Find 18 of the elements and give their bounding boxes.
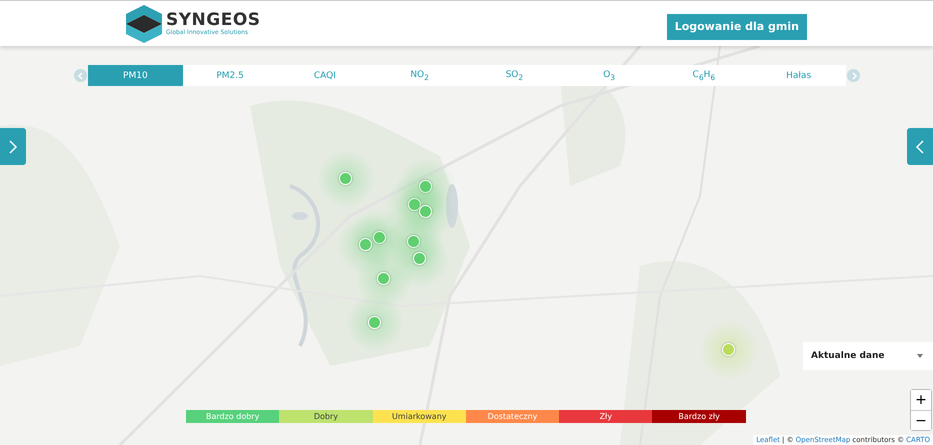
open-panel-button[interactable] <box>907 128 933 165</box>
caret-icon <box>917 354 923 358</box>
login-button[interactable]: Logowanie dla gmin <box>666 14 807 40</box>
open-panel-button[interactable] <box>0 128 26 165</box>
chevron-right-icon <box>8 140 18 154</box>
logo-name: SYNGEOS <box>166 10 261 28</box>
legend-item: Zły <box>559 410 652 423</box>
select-value: Aktualne dane <box>811 351 884 361</box>
logo-icon <box>126 4 162 42</box>
legend-item: Dobry <box>279 410 373 423</box>
legend-item: Bardzo zły <box>652 410 746 423</box>
zoom-out-button[interactable]: − <box>911 410 931 430</box>
chevron-left-icon <box>915 140 925 154</box>
pollutant-tab[interactable]: PM10 <box>88 65 183 86</box>
legend-item: Dostateczny <box>466 410 560 423</box>
data-select[interactable]: Aktualne dane <box>803 342 933 370</box>
legend-item: Umiarkowany <box>372 410 466 423</box>
legend-item: Bardzo dobry <box>186 410 280 423</box>
